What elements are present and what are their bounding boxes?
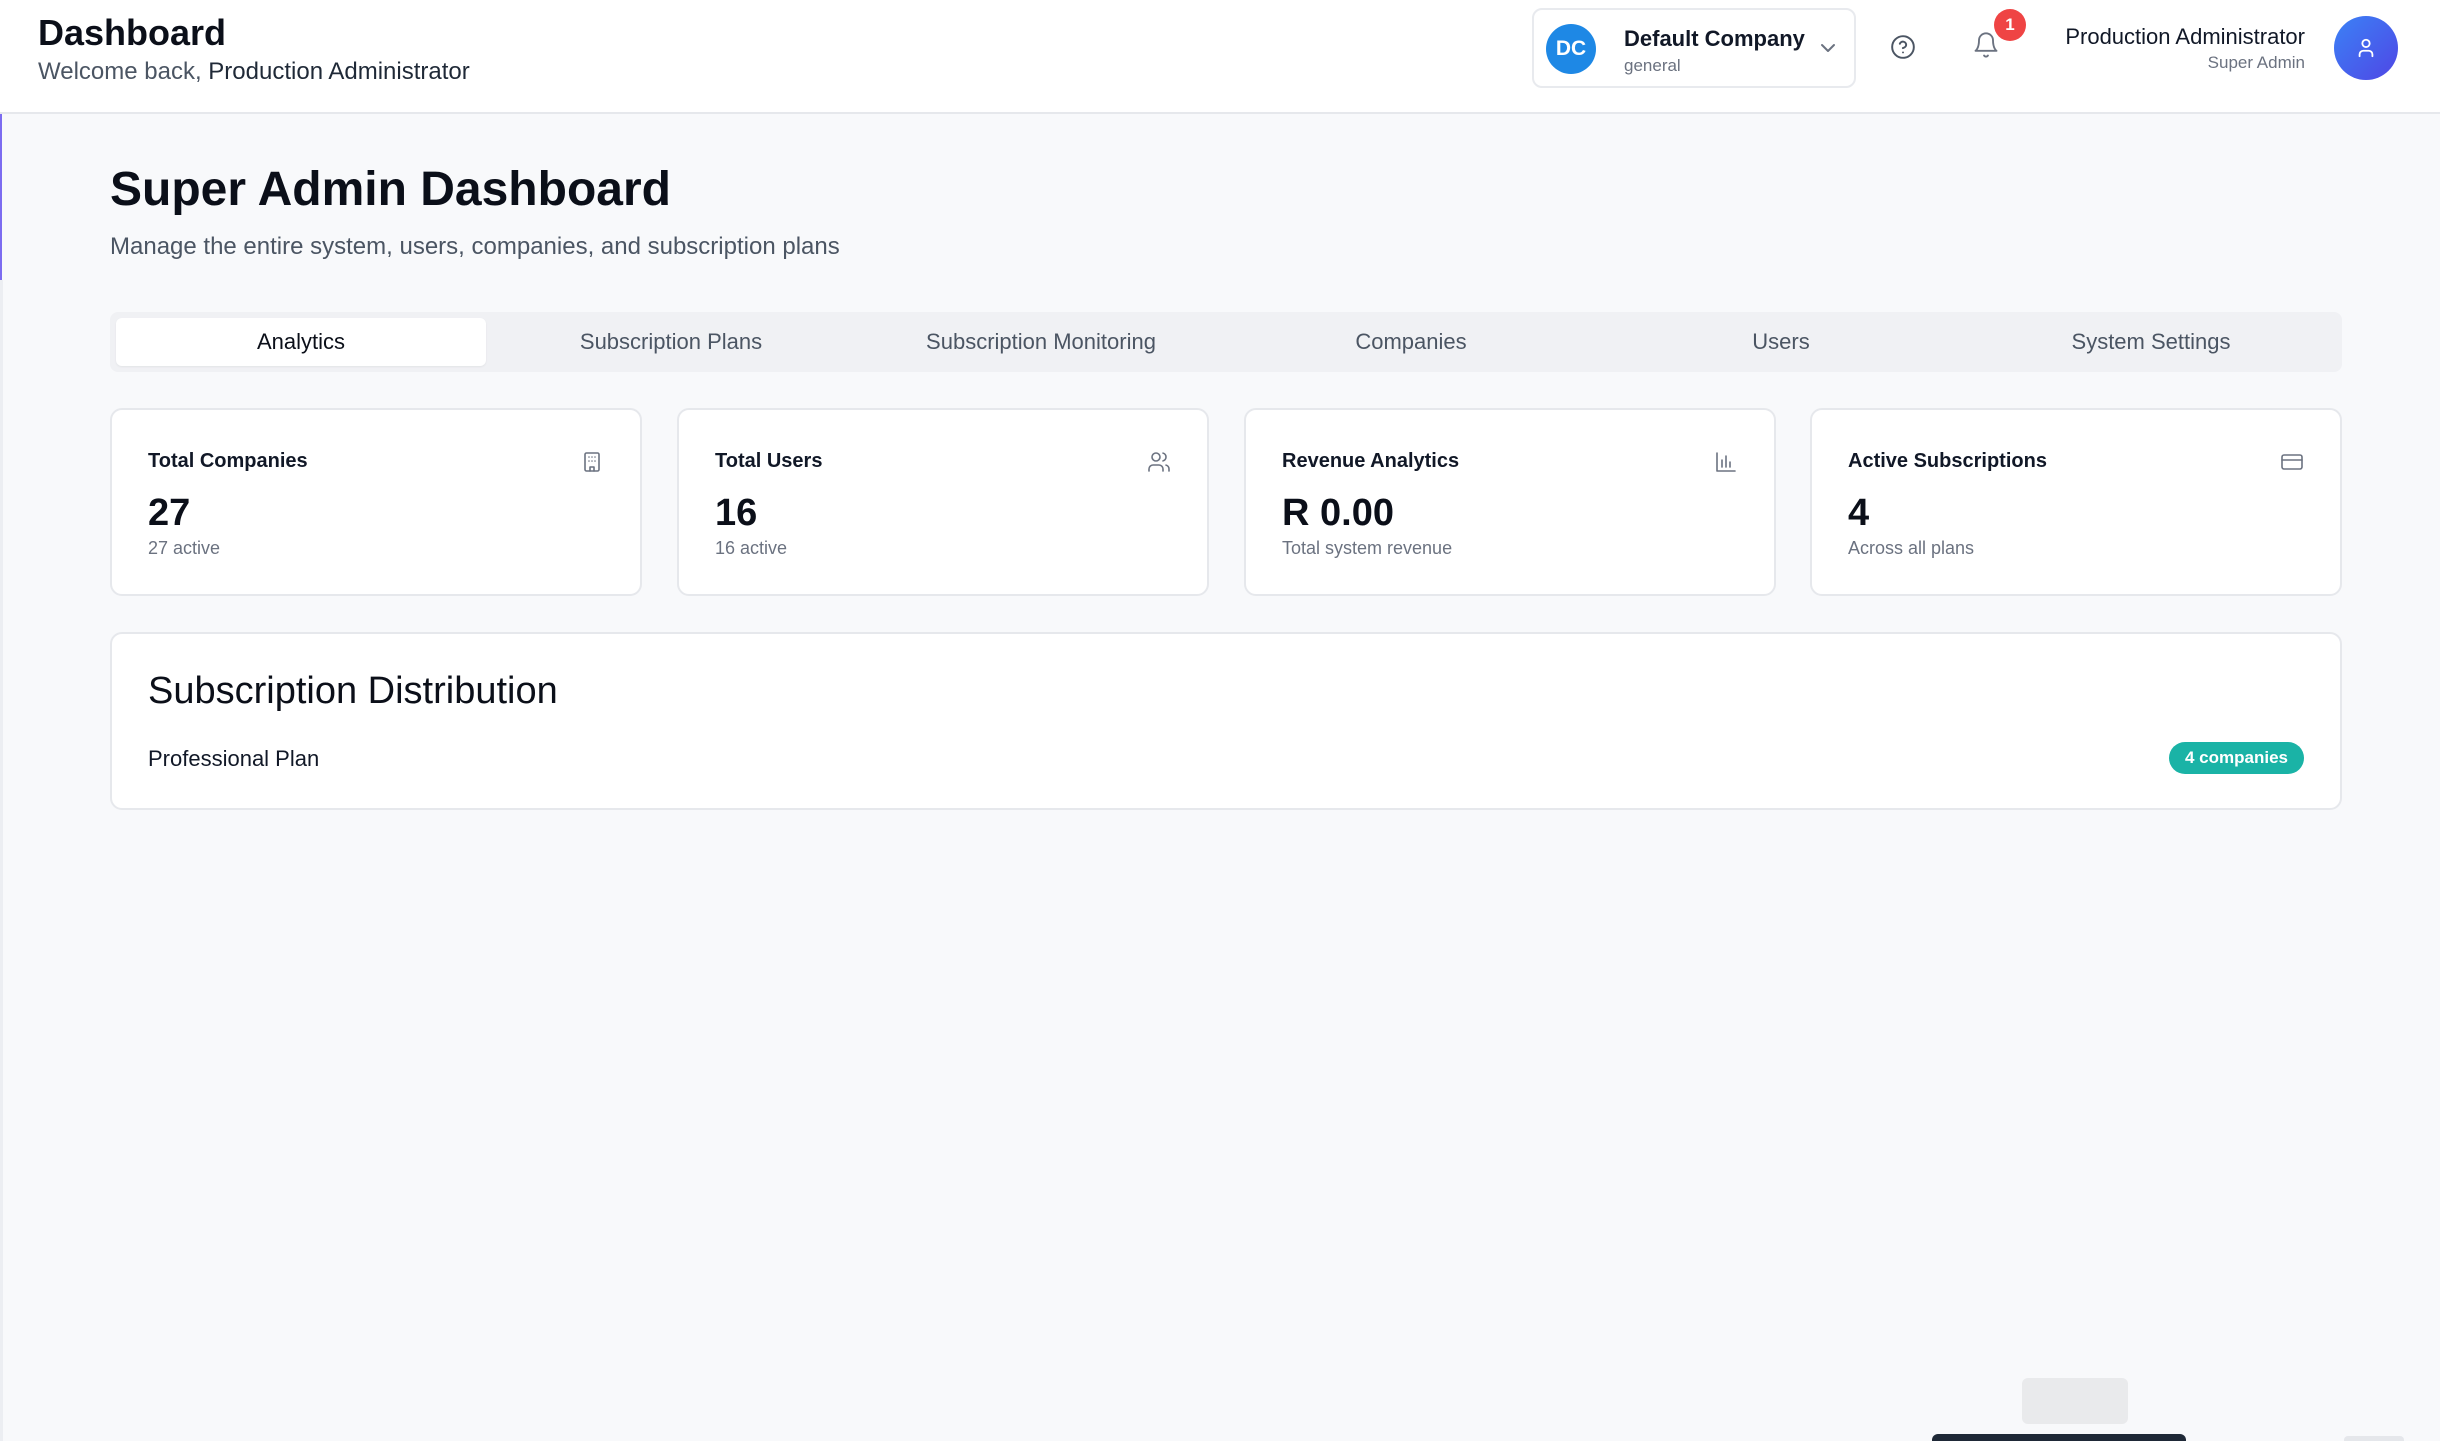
stat-title: Active Subscriptions [1848, 450, 2047, 472]
stat-title: Total Users [715, 450, 823, 472]
notification-badge: 1 [1994, 9, 2026, 41]
stat-value: 4 [1848, 492, 1870, 534]
stat-subtext: 16 active [715, 538, 788, 558]
company-avatar: DC [1546, 24, 1596, 74]
stat-card-subscriptions: Active Subscriptions 4 Across all plans [1810, 408, 2342, 596]
bar-chart-icon [1714, 450, 1738, 474]
plan-count-badge: 4 companies [2169, 742, 2304, 774]
stat-value: 27 [148, 492, 191, 534]
user-icon [2358, 38, 2374, 58]
tab-companies[interactable]: Companies [1226, 318, 1596, 366]
help-icon[interactable] [1890, 34, 1916, 60]
user-avatar[interactable] [2334, 16, 2398, 80]
stat-value: 16 [715, 492, 758, 534]
stat-subtext: Across all plans [1848, 538, 1975, 558]
tab-users[interactable]: Users [1596, 318, 1966, 366]
welcome-prefix: Welcome back, [38, 58, 209, 85]
bottom-tab [2344, 1436, 2404, 1441]
stat-title: Total Companies [148, 450, 308, 472]
subscription-distribution-card: Subscription Distribution Professional P… [110, 632, 2342, 810]
stat-title: Revenue Analytics [1282, 450, 1460, 472]
tab-system-settings[interactable]: System Settings [1966, 318, 2336, 366]
welcome-user-name: Production Administrator [208, 58, 470, 85]
credit-card-icon [2280, 450, 2304, 474]
dashboard-tabs: Analytics Subscription Plans Subscriptio… [110, 312, 2342, 372]
plan-name: Professional Plan [148, 746, 320, 771]
left-edge [0, 280, 3, 1441]
tab-analytics[interactable]: Analytics [116, 318, 486, 366]
user-role: Super Admin [2207, 53, 2305, 72]
page-subtitle: Manage the entire system, users, compani… [110, 233, 840, 260]
company-type: general [1624, 56, 1681, 75]
chevron-down-icon [1816, 36, 1840, 60]
top-header: Dashboard Welcome back, Production Admin… [0, 0, 2440, 114]
company-selector[interactable]: DC Default Company general [1532, 8, 1856, 88]
stat-subtext: 27 active [148, 538, 221, 558]
stat-value: R 0.00 [1282, 492, 1394, 534]
stat-card-revenue: Revenue Analytics R 0.00 Total system re… [1244, 408, 1776, 596]
floating-button[interactable] [2022, 1378, 2128, 1424]
page-title: Super Admin Dashboard [110, 163, 671, 216]
stat-card-companies: Total Companies 27 27 active [110, 408, 642, 596]
users-icon [1147, 450, 1171, 474]
distribution-title: Subscription Distribution [148, 670, 558, 712]
tab-subscription-plans[interactable]: Subscription Plans [486, 318, 856, 366]
welcome-text: Welcome back, Production Administrator [38, 58, 470, 86]
tab-subscription-monitoring[interactable]: Subscription Monitoring [856, 318, 1226, 366]
stat-card-users: Total Users 16 16 active [677, 408, 1209, 596]
user-name: Production Administrator [2065, 24, 2305, 49]
stat-subtext: Total system revenue [1282, 538, 1453, 558]
bottom-toolbar [1932, 1434, 2186, 1441]
header-title: Dashboard [38, 12, 227, 53]
stats-cards: Total Companies 27 27 active Total Users… [110, 408, 2342, 596]
company-name: Default Company [1624, 26, 1805, 51]
building-icon [580, 450, 604, 474]
